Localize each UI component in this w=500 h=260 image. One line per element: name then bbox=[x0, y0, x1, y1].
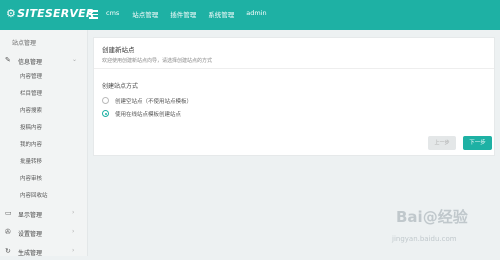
monitor-icon: ▭ bbox=[5, 209, 12, 217]
radio-button[interactable] bbox=[102, 97, 109, 104]
radio-button-selected[interactable] bbox=[102, 110, 109, 117]
chevron-right-icon: › bbox=[72, 228, 75, 235]
nav-item-system-management[interactable]: 系统管理 bbox=[208, 9, 234, 19]
sidebar-group-info-management[interactable]: ✎ 信息管理 ⌄ bbox=[0, 51, 87, 69]
panel-title: 创建新站点 bbox=[102, 46, 135, 54]
sidebar-group-generate-management[interactable]: ↻ 生成管理 › bbox=[0, 242, 87, 260]
section-label: 创建站点方式 bbox=[102, 83, 139, 90]
top-bar: ⚙SITESERVER cms 站点管理 插件管理 系统管理 admin bbox=[0, 0, 500, 30]
watermark-url: jingyan.baidu.com bbox=[392, 235, 457, 243]
wrench-icon: ✇ bbox=[5, 228, 11, 236]
sidebar-sub-item[interactable]: 内容审核 bbox=[20, 174, 42, 182]
sidebar-sub-item[interactable]: 内容搜索 bbox=[20, 106, 42, 114]
nav-item-cms[interactable]: cms bbox=[106, 9, 119, 19]
reload-icon: ↻ bbox=[5, 247, 11, 255]
sidebar-sub-item[interactable]: 投稿内容 bbox=[20, 123, 42, 131]
sidebar-sub-item[interactable]: 内容管理 bbox=[20, 72, 42, 80]
logo-text: SITESERVER bbox=[17, 7, 95, 20]
nav-item-site-management[interactable]: 站点管理 bbox=[132, 9, 158, 19]
watermark-logo: Bai@经验 bbox=[396, 208, 468, 226]
edit-icon: ✎ bbox=[5, 56, 11, 64]
sidebar: 站点管理 ✎ 信息管理 ⌄ 内容管理 栏目管理 内容搜索 投稿内容 我的内容 批… bbox=[0, 30, 88, 257]
next-step-button[interactable]: 下一步 bbox=[463, 136, 492, 150]
logo-gear-icon: ⚙ bbox=[6, 7, 17, 20]
sidebar-sub-item[interactable]: 内容回收站 bbox=[20, 191, 48, 199]
nav-item-plugin-management[interactable]: 插件管理 bbox=[170, 9, 196, 19]
panel-divider bbox=[94, 68, 494, 69]
chevron-right-icon: › bbox=[72, 247, 75, 254]
option-label: 创建空站点（不使用站点模板） bbox=[115, 99, 193, 105]
chevron-right-icon: › bbox=[72, 209, 75, 216]
prev-step-button[interactable]: 上一步 bbox=[428, 136, 456, 150]
sidebar-sub-item[interactable]: 批量转移 bbox=[20, 157, 42, 165]
nav-item-admin[interactable]: admin bbox=[246, 9, 266, 19]
menu-toggle-icon[interactable] bbox=[89, 10, 98, 19]
app-logo[interactable]: ⚙SITESERVER bbox=[6, 7, 95, 20]
sidebar-group-label: 显示管理 bbox=[18, 212, 43, 219]
chevron-down-icon: ⌄ bbox=[72, 56, 78, 63]
sidebar-group-settings-management[interactable]: ✇ 设置管理 › bbox=[0, 223, 87, 241]
option-label: 使用在线站点模板创建站点 bbox=[115, 112, 182, 118]
sidebar-group-label: 信息管理 bbox=[18, 59, 43, 66]
sidebar-group-label: 设置管理 bbox=[18, 231, 43, 238]
sidebar-title: 站点管理 bbox=[12, 40, 37, 47]
sidebar-sub-item[interactable]: 栏目管理 bbox=[20, 89, 42, 97]
watermark: Bai@经验 jingyan.baidu.com bbox=[384, 206, 498, 254]
top-nav: cms 站点管理 插件管理 系统管理 admin bbox=[106, 9, 279, 19]
sidebar-sub-item[interactable]: 我的内容 bbox=[20, 140, 42, 148]
sidebar-group-display-management[interactable]: ▭ 显示管理 › bbox=[0, 204, 87, 222]
create-site-panel: 创建新站点 欢迎使用创建新站点向导，请选择创建站点的方式 创建站点方式 创建空站… bbox=[93, 37, 495, 156]
panel-description: 欢迎使用创建新站点向导，请选择创建站点的方式 bbox=[102, 58, 213, 64]
